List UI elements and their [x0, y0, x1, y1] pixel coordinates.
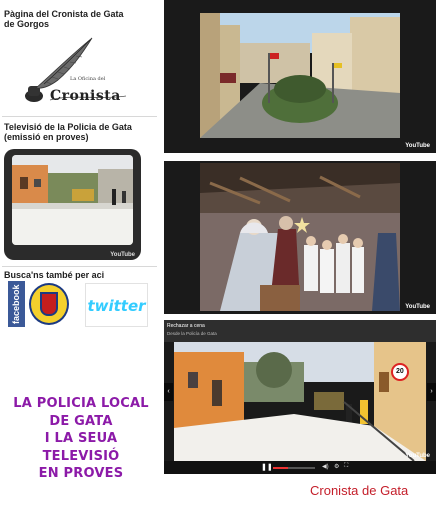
divider	[2, 116, 157, 117]
video-3-frame[interactable]: 20	[174, 342, 426, 461]
video-player-2[interactable]: YouTube	[164, 161, 436, 314]
next-video-button[interactable]: ›	[427, 383, 436, 401]
promo-line: DE GATA	[49, 413, 113, 429]
video-2-frame[interactable]	[200, 163, 400, 311]
hail-street-thumbnail	[174, 342, 426, 461]
youtube-logo: YouTube	[110, 252, 135, 258]
police-tv-screen[interactable]	[12, 155, 133, 245]
twitter-link[interactable]: twitter	[85, 283, 148, 327]
logo-main-text: Cronista	[50, 88, 121, 104]
cronista-section-title: Pàgina del Cronista de Gata de Gorgos	[4, 9, 124, 29]
cronista-logo[interactable]: La Oficina del Cronista	[22, 34, 132, 110]
video-player-3[interactable]: 20 Rechazar a cena Desde la Policía de G…	[164, 320, 436, 474]
progress-fill	[273, 467, 288, 469]
video-3-header: Rechazar a cena Desde la Policía de Gata	[164, 320, 436, 342]
volume-icon[interactable]: ◀)	[322, 463, 329, 470]
prev-video-button[interactable]: ‹	[164, 383, 173, 401]
promo-line: LA POLICIA LOCAL	[13, 396, 149, 411]
nativity-scene-thumbnail	[200, 163, 400, 311]
video-title[interactable]: Rechazar a cena	[167, 323, 205, 329]
promo-text: LA POLICIA LOCAL DE GATA I LA SEUA TELEV…	[6, 395, 156, 483]
youtube-logo: YouTube	[405, 143, 430, 149]
video-controls: ❚❚ ◀) ⚙ ⛶	[164, 461, 436, 474]
shield-icon	[40, 292, 58, 316]
video-1-frame[interactable]	[200, 13, 400, 138]
social-section-title: Busca'ns també per aci	[4, 270, 105, 280]
video-player-1[interactable]: YouTube	[164, 0, 436, 153]
street-thumbnail	[12, 155, 133, 245]
progress-bar[interactable]	[273, 467, 315, 469]
sidebar: Pàgina del Cronista de Gata de Gorgos La…	[0, 0, 160, 512]
youtube-logo: YouTube	[405, 304, 430, 310]
play-pause-icon[interactable]: ❚❚	[261, 464, 273, 471]
logo-small-text: La Oficina del	[70, 76, 106, 82]
promo-line: I LA SEUA	[44, 431, 118, 446]
police-tv-player[interactable]: YouTube	[4, 149, 141, 260]
police-tv-section-title: Televisió de la Policia de Gata (emissió…	[4, 122, 132, 142]
video-subtitle: Desde la Policía de Gata	[167, 331, 217, 336]
promo-line: TELEVISIÓ	[42, 448, 120, 464]
fullscreen-icon[interactable]: ⛶	[344, 463, 348, 470]
police-badge-link[interactable]	[29, 283, 69, 325]
speed-limit-sign-text: 20	[396, 368, 404, 375]
divider	[2, 266, 157, 267]
youtube-logo: YouTube	[405, 453, 430, 459]
promo-line: EN PROVES	[38, 466, 124, 481]
town-square-thumbnail	[200, 13, 400, 138]
settings-icon[interactable]: ⚙	[334, 463, 339, 470]
cronista-signature: Cronista de Gata	[310, 483, 409, 498]
facebook-link[interactable]: facebook	[8, 281, 25, 327]
